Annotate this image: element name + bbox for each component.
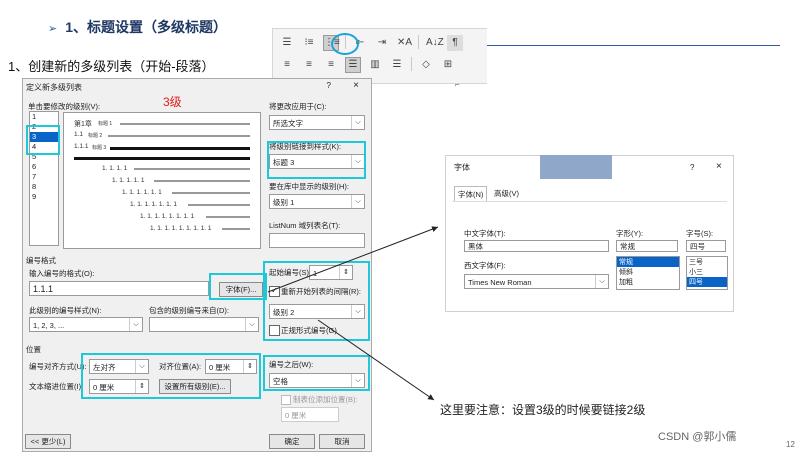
watermark: CSDN @郭小儒 bbox=[658, 431, 737, 443]
arrow-to-note bbox=[317, 319, 435, 401]
page-number: 12 bbox=[786, 440, 795, 449]
annotation-note: 这里要注意：设置3级的时候要链接2级 bbox=[440, 403, 646, 417]
arrow-to-font-dialog bbox=[267, 226, 439, 293]
annotation-arrows bbox=[267, 226, 439, 401]
